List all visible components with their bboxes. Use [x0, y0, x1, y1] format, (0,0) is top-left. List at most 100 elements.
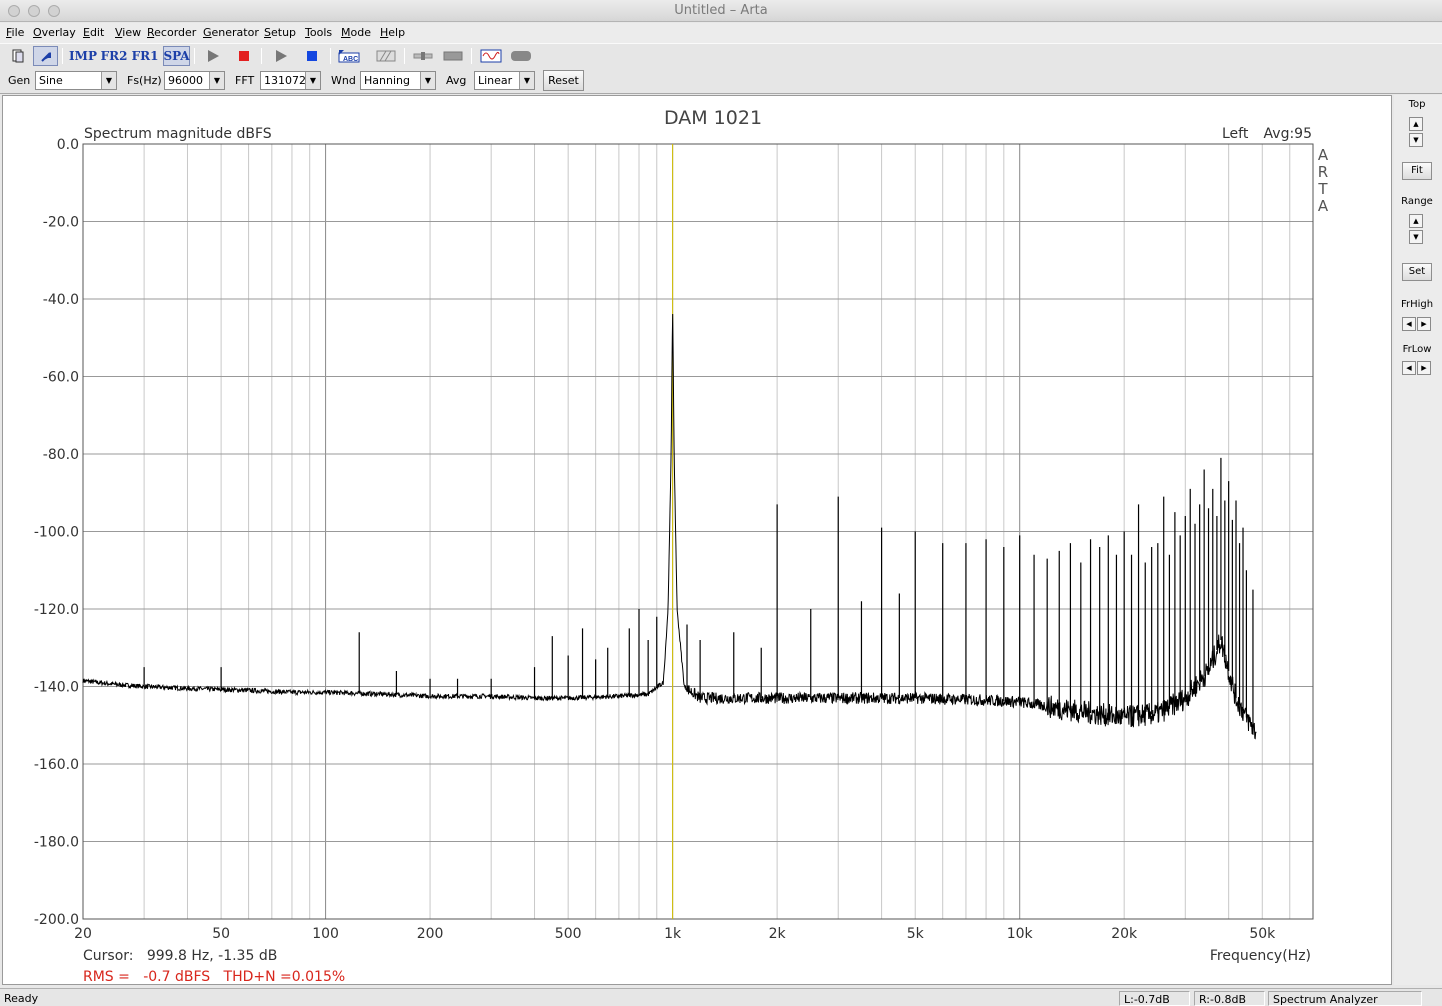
averaging-value: Linear — [478, 74, 513, 87]
x-tick-label: 20 — [74, 926, 92, 942]
window-value: Hanning — [364, 74, 410, 87]
chevron-down-icon: ▼ — [101, 72, 116, 89]
frlow-right-arrow-icon[interactable]: ▶ — [1417, 361, 1431, 375]
stop-blue-icon[interactable] — [299, 46, 324, 66]
play-icon[interactable] — [268, 46, 293, 66]
slider-icon[interactable] — [410, 46, 435, 66]
frhigh-right-arrow-icon[interactable]: ▶ — [1417, 317, 1431, 331]
channel-label: Left — [1222, 126, 1249, 142]
menu-tools[interactable]: Tools — [305, 26, 332, 39]
top-up-arrow-icon[interactable]: ▲ — [1409, 117, 1423, 131]
window-title: Untitled – Arta — [674, 3, 768, 18]
spa-mode-button[interactable]: SPA — [163, 46, 190, 66]
spectrum-plot[interactable]: 0.0 -20.0 -40.0 -60.0 -80.0 -100.0 -120.0 -140.… — [2, 95, 1392, 985]
watermark-letter: T — [1317, 180, 1328, 198]
y-tick-label: 0.0 — [57, 137, 79, 153]
frlow-label: FrLow — [1402, 344, 1432, 355]
y-tick-label: -40.0 — [43, 292, 79, 308]
x-tick-label: 10k — [1007, 926, 1034, 942]
play-icon[interactable] — [200, 46, 225, 66]
x-tick-label: 5k — [907, 926, 925, 942]
left-level-readout: L:-0.7dB — [1119, 991, 1190, 1006]
y-tick-label: -160.0 — [34, 757, 79, 773]
imp-mode-button[interactable]: IMP — [69, 46, 97, 66]
settings-bar: Gen Sine ▼ Fs(Hz) 96000 ▼ FFT 131072 ▼ W… — [0, 67, 1442, 94]
generator-value: Sine — [39, 74, 63, 87]
y-tick-label: -60.0 — [43, 370, 79, 386]
x-tick-label: 100 — [312, 926, 339, 942]
top-down-arrow-icon[interactable]: ▼ — [1409, 133, 1423, 147]
y-tick-label: -200.0 — [34, 912, 79, 928]
fr2-mode-button[interactable]: FR2 — [101, 46, 128, 66]
grid — [82, 143, 1314, 920]
chart-title: DAM 1021 — [664, 107, 762, 129]
reset-button[interactable]: Reset — [543, 70, 584, 91]
fft-label: FFT — [235, 74, 255, 87]
chevron-down-icon: ▼ — [209, 72, 224, 89]
window-label: Wnd — [331, 74, 356, 87]
y-tick-label: -100.0 — [34, 525, 79, 541]
range-up-arrow-icon[interactable]: ▲ — [1409, 214, 1423, 228]
toolbar: IMP FR2 FR1 SPA ABC — [0, 43, 1442, 67]
menu-edit[interactable]: Edit — [83, 26, 104, 39]
chevron-down-icon: ▼ — [305, 72, 320, 89]
menu-view[interactable]: View — [115, 26, 141, 39]
gray-bar-icon[interactable] — [440, 46, 465, 66]
sample-rate-value: 96000 — [168, 74, 203, 87]
y-tick-label: -120.0 — [34, 602, 79, 618]
x-tick-label: 50k — [1249, 926, 1276, 942]
frhigh-left-arrow-icon[interactable]: ◀ — [1402, 317, 1416, 331]
fft-size-select[interactable]: 131072 ▼ — [260, 71, 321, 90]
y-tick-labels: 0.0 -20.0 -40.0 -60.0 -80.0 -100.0 -120.0 -140.… — [34, 137, 79, 928]
cursor-icon[interactable] — [33, 46, 58, 66]
status-text: Ready — [4, 992, 39, 1005]
x-tick-label: 50 — [212, 926, 230, 942]
right-level-readout: R:-0.8dB — [1194, 991, 1265, 1006]
x-tick-labels: 20 50 100 200 500 1k 2k 5k 10k 20k 50k — [74, 926, 1276, 942]
average-count-label: Avg:95 — [1264, 126, 1312, 142]
x-tick-label: 2k — [769, 926, 787, 942]
new-document-icon[interactable] — [5, 46, 30, 66]
spectrum-trace — [82, 313, 1257, 740]
avg-label: Avg — [446, 74, 467, 87]
cursor-readout: Cursor: 999.8 Hz, -1.35 dB — [83, 948, 277, 964]
menu-file[interactable]: File — [6, 26, 24, 39]
range-down-arrow-icon[interactable]: ▼ — [1409, 230, 1423, 244]
set-button[interactable]: Set — [1402, 263, 1432, 281]
window-select[interactable]: Hanning ▼ — [360, 71, 436, 90]
x-axis-label: Frequency(Hz) — [1210, 948, 1311, 964]
menu-setup[interactable]: Setup — [264, 26, 296, 39]
sine-wave-icon[interactable] — [478, 46, 503, 66]
menu-overlay[interactable]: Overlay — [33, 26, 76, 39]
sample-rate-select[interactable]: 96000 ▼ — [164, 71, 225, 90]
watermark-letter: A — [1318, 197, 1329, 215]
stop-red-icon[interactable] — [231, 46, 256, 66]
y-tick-label: -180.0 — [34, 835, 79, 851]
spectrum-chart[interactable]: 0.0 -20.0 -40.0 -60.0 -80.0 -100.0 -120.0 -140.… — [3, 96, 1393, 986]
fr1-mode-button[interactable]: FR1 — [132, 46, 159, 66]
generator-select[interactable]: Sine ▼ — [35, 71, 117, 90]
y-tick-label: -140.0 — [34, 680, 79, 696]
x-tick-label: 1k — [664, 926, 682, 942]
y-axis-label: Spectrum magnitude dBFS — [84, 126, 272, 142]
svg-text:ABC: ABC — [343, 56, 358, 63]
x-tick-label: 500 — [555, 926, 582, 942]
hatch-icon[interactable] — [373, 46, 398, 66]
averaging-select[interactable]: Linear ▼ — [474, 71, 535, 90]
gen-label: Gen — [8, 74, 31, 87]
fft-size-value: 131072 — [264, 74, 306, 87]
menu-generator[interactable]: Generator — [203, 26, 259, 39]
menu-help[interactable]: Help — [380, 26, 405, 39]
chevron-down-icon: ▼ — [519, 72, 534, 89]
frlow-left-arrow-icon[interactable]: ◀ — [1402, 361, 1416, 375]
fit-button[interactable]: Fit — [1402, 162, 1432, 180]
arta-watermark: ARTA — [1317, 146, 1328, 215]
status-bar: Ready L:-0.7dB R:-0.8dB Spectrum Analyze… — [0, 988, 1442, 1006]
harmonic-spikes — [143, 457, 1254, 728]
menu-recorder[interactable]: Recorder — [147, 26, 196, 39]
rounded-gray-icon[interactable] — [508, 46, 533, 66]
abc-icon[interactable]: ABC — [336, 46, 361, 66]
menu-mode[interactable]: Mode — [341, 26, 371, 39]
right-control-panel: Top ▲ ▼ Fit Range ▲ ▼ Set FrHigh ◀ ▶ FrL… — [1394, 95, 1442, 985]
y-tick-label: -20.0 — [43, 215, 79, 231]
